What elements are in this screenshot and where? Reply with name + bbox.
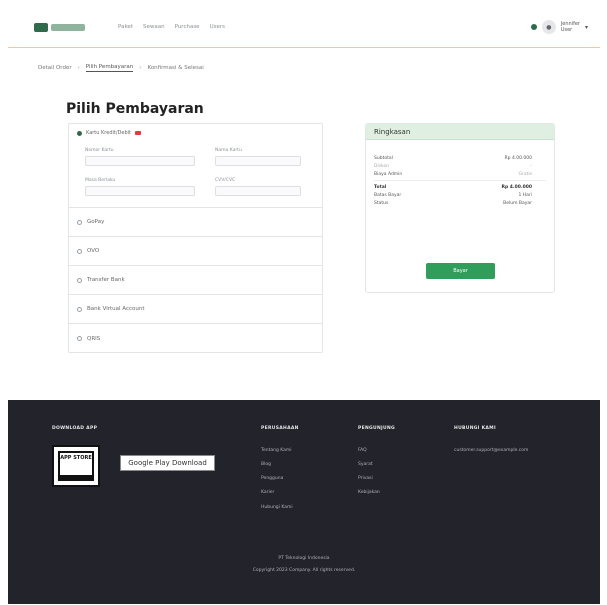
brand-logo[interactable] [34,23,85,32]
breadcrumb-step-payment[interactable]: Pilih Pembayaran [85,64,134,72]
cvv-label: CVV/CVC [215,178,236,183]
order-summary-card: Ringkasan Subtotal Rp 4.00.000 Diskon - … [365,123,555,293]
footer-col-title-company: PERUSAHAAN [261,426,299,431]
expiry-label: Masa Berlaku [85,178,116,183]
footer-link[interactable]: Blog [261,462,271,467]
nav-item-sewaan[interactable]: Sewaan [143,24,165,30]
chevron-right-icon: › [139,65,142,71]
summary-divider [374,180,546,181]
summary-row-subtotal: Subtotal Rp 4.00.000 [366,154,554,162]
payment-methods-card: Kartu Kredit/Debit Nomor Kartu Nama Kart… [68,123,323,353]
nav-item-users[interactable]: Users [210,24,225,30]
summary-value: 1 Hari [518,192,532,198]
card-name-input[interactable] [215,156,301,166]
footer-contact-email[interactable]: customer.support@example.com [454,448,528,453]
breadcrumb-step-confirm[interactable]: Konfirmasi & Selesai [147,65,203,71]
summary-label: Biaya Admin [374,171,403,177]
footer-download-title: DOWNLOAD APP [52,426,98,431]
summary-title: Ringkasan [366,124,554,140]
page-title: Pilih Pembayaran [66,101,204,117]
radio-icon[interactable] [77,336,82,341]
badge-bar [58,477,94,481]
summary-label: Diskon [374,163,390,169]
expiry-field: Masa Berlaku [85,178,195,196]
summary-row-admin: Biaya Admin Gratis [366,170,554,178]
nav-item-purchase[interactable]: Purchase [175,24,200,30]
summary-value: - [530,163,532,169]
footer-company: PT Teknologi Indonesia [278,556,330,561]
payment-option-gopay[interactable]: GoPay [69,208,322,237]
logo-icon [34,23,48,32]
user-role: User [560,27,573,33]
logo-wordmark [51,24,85,31]
breadcrumb: Detail Order › Pilih Pembayaran › Konfir… [38,64,204,72]
footer-link[interactable]: FAQ [358,448,367,453]
payment-option-label: Bank Virtual Account [87,306,145,312]
main-nav: Paket Sewaan Purchase Users [118,24,225,30]
footer-copyright: Copyright 2023 Company. All rights reser… [252,568,356,573]
card-number-field: Nomor Kartu [85,148,195,166]
card-option-label: Kartu Kredit/Debit [86,130,131,136]
footer-link[interactable]: Kebijakan [358,490,380,495]
cvv-field: CVV/CVC [215,178,301,196]
summary-row-status: Status Belum Bayar [366,199,554,207]
footer-link[interactable]: Pengguna [261,476,283,481]
card-option[interactable]: Kartu Kredit/Debit [77,130,141,136]
card-name-field: Nama Kartu [215,148,301,166]
summary-row-total: Total Rp 4.00.000 [366,183,554,191]
notification-dot-icon[interactable] [530,24,537,30]
avatar[interactable]: ● [541,20,556,34]
payment-option-label: QRIS [87,335,101,342]
radio-icon[interactable] [77,306,82,312]
page-frame: Paket Sewaan Purchase Users ● Jennifer U… [8,8,600,604]
payment-option-qris[interactable]: QRIS [69,324,322,353]
summary-value: Rp 4.00.000 [504,155,532,161]
card-brand-icon [135,131,141,135]
summary-row-deadline: Batas Bayar 1 Hari [366,191,554,199]
summary-value: Rp 4.00.000 [501,184,532,190]
radio-icon[interactable] [77,248,82,254]
app-store-icon: APP STORE [58,451,94,477]
app-store-badge[interactable]: APP STORE [52,445,100,487]
summary-label: Total [374,184,387,190]
payment-option-ovo[interactable]: OVO [69,237,322,266]
card-payment-section: Kartu Kredit/Debit Nomor Kartu Nama Kart… [69,124,322,208]
pay-button[interactable]: Bayar [426,263,495,279]
radio-selected-icon[interactable] [77,130,82,136]
payment-option-virtual-account[interactable]: Bank Virtual Account [69,295,322,324]
user-icon: ● [546,23,552,31]
chevron-down-icon[interactable]: ▾ [585,24,588,31]
footer-link[interactable]: Karier [261,490,274,495]
summary-label: Subtotal [374,155,393,161]
footer-col-title-contact: HUBUNGI KAMI [454,426,496,431]
radio-icon[interactable] [77,219,82,225]
breadcrumb-step-detail[interactable]: Detail Order [38,65,72,71]
top-header: Paket Sewaan Purchase Users ● Jennifer U… [8,8,600,48]
chevron-right-icon: › [77,65,80,71]
payment-option-transfer[interactable]: Transfer Bank [69,266,322,295]
summary-label: Status [374,200,389,206]
summary-row-discount: Diskon - [366,162,554,170]
payment-option-label: GoPay [87,219,105,225]
google-play-badge[interactable]: Google Play Download [120,455,215,471]
card-name-label: Nama Kartu [215,148,242,153]
footer-link[interactable]: Syarat [358,462,373,467]
user-info: Jennifer User [561,21,580,33]
summary-value: Gratis [518,171,532,177]
payment-option-label: OVO [87,248,100,254]
user-menu[interactable]: ● Jennifer User ▾ [530,20,588,34]
card-number-label: Nomor Kartu [85,148,114,153]
nav-item-paket[interactable]: Paket [118,24,133,30]
footer-link[interactable]: Privasi [358,476,373,481]
footer-col-title-visitors: PENGUNJUNG [358,426,396,431]
footer-link[interactable]: Hubungi Kami [261,505,293,510]
payment-option-label: Transfer Bank [87,277,125,283]
summary-value: Belum Bayar [503,200,532,206]
card-number-input[interactable] [85,156,195,166]
footer-link[interactable]: Tentang Kami [261,448,292,453]
radio-icon[interactable] [77,277,82,283]
cvv-input[interactable] [215,186,301,196]
expiry-input[interactable] [85,186,195,196]
summary-label: Batas Bayar [374,192,402,198]
